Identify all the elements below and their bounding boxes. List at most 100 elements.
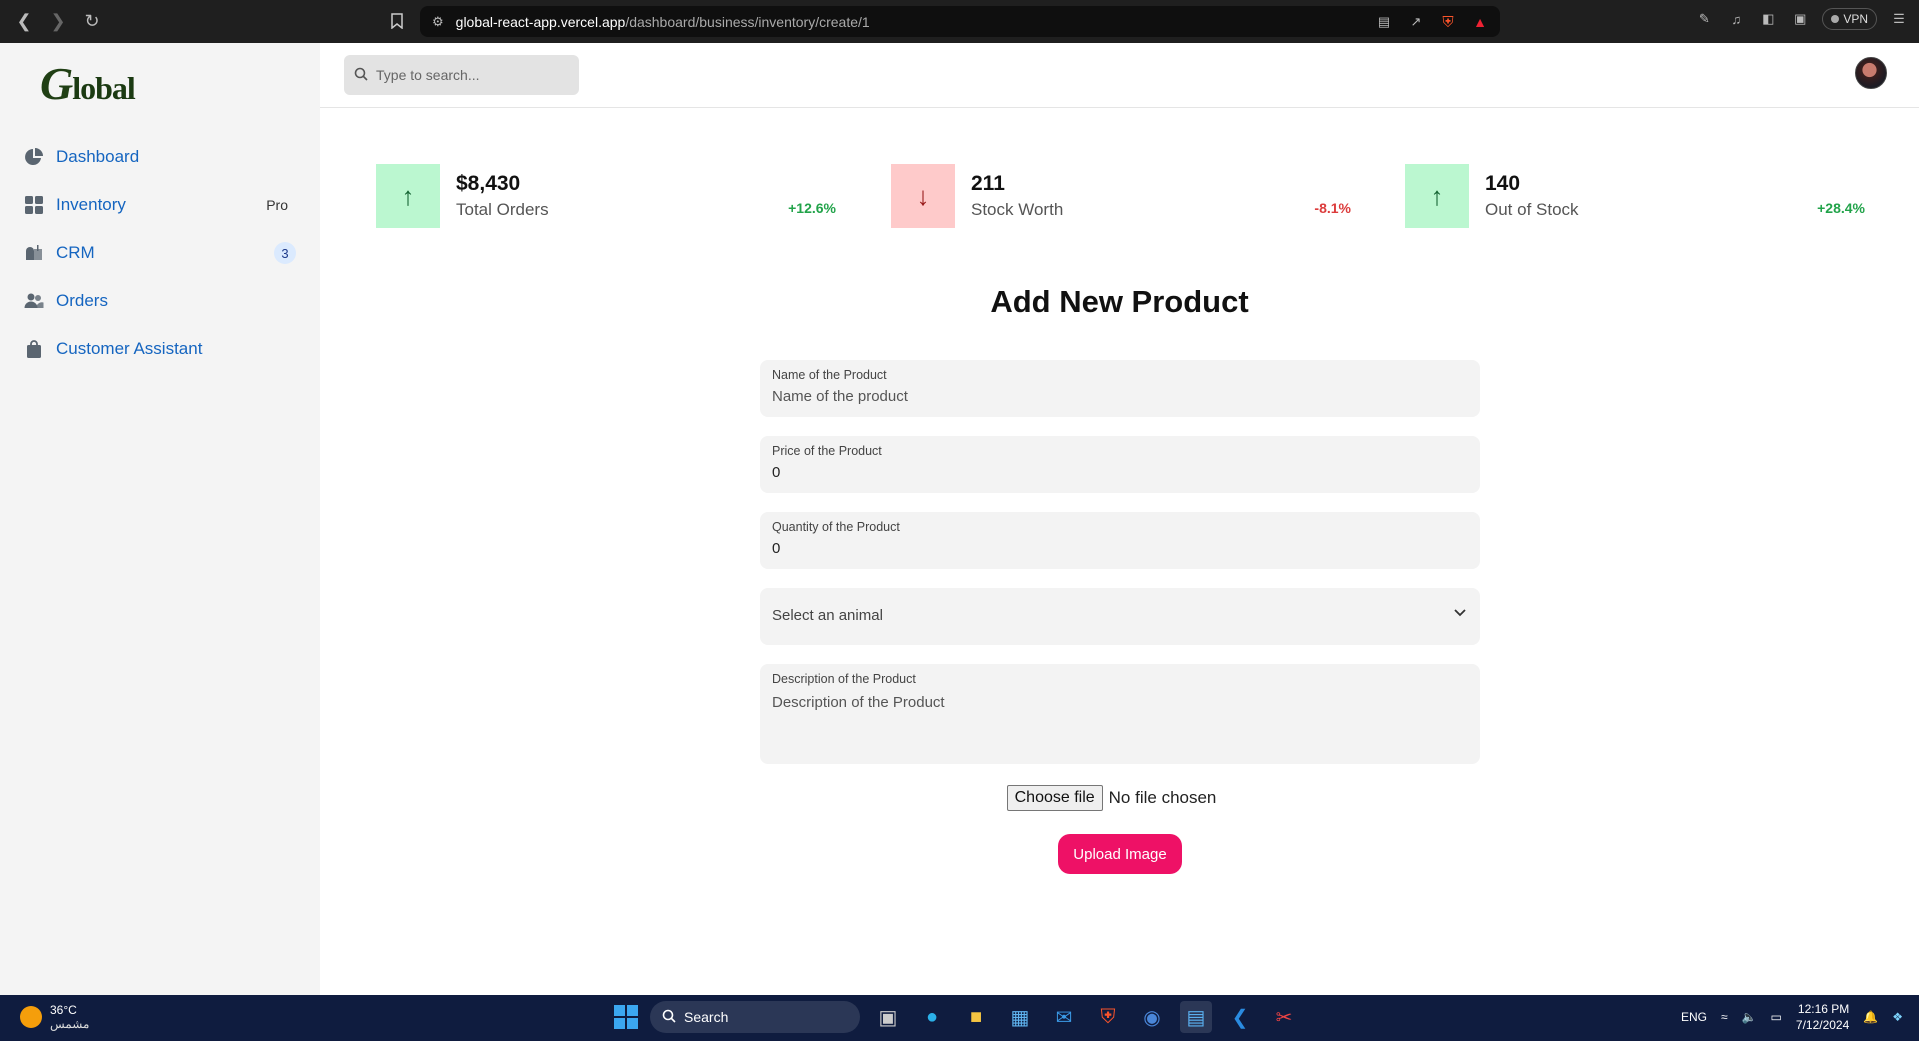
field-label: Name of the Product — [772, 368, 887, 382]
pro-tag: Pro — [266, 197, 288, 213]
product-description-field[interactable]: Description of the Product Description o… — [760, 664, 1480, 764]
url-text: global-react-app.vercel.app/dashboard/bu… — [455, 13, 870, 30]
animal-select[interactable]: Select an animal — [760, 588, 1480, 645]
field-label: Description of the Product — [772, 672, 916, 686]
stat-card-stock-worth: ↓ 211 Stock Worth -8.1% — [891, 164, 1351, 228]
product-name-input[interactable]: Name of the product — [772, 388, 908, 405]
stat-card-out-of-stock: ↑ 140 Out of Stock +28.4% — [1405, 164, 1865, 228]
search-icon — [662, 1009, 676, 1026]
wifi-icon[interactable]: ≈ — [1721, 1010, 1728, 1024]
reader-mode-icon[interactable]: ▤ — [1374, 12, 1394, 32]
product-quantity-field[interactable]: Quantity of the Product 0 — [760, 512, 1480, 569]
user-avatar[interactable] — [1855, 57, 1887, 89]
file-explorer-icon[interactable]: ■ — [960, 1001, 992, 1033]
back-icon[interactable]: ❮ — [10, 8, 38, 36]
arrow-down-icon: ↓ — [891, 164, 955, 228]
stat-label: Total Orders — [456, 200, 549, 219]
snipping-tool-icon[interactable]: ✂ — [1268, 1001, 1300, 1033]
sidebar-item-label: Orders — [56, 291, 108, 310]
stat-card-total-orders: ↑ $8,430 Total Orders +12.6% — [376, 164, 836, 228]
weather-widget[interactable]: 36°C مشمس — [20, 1003, 89, 1031]
sidebar-item-label: Dashboard — [56, 147, 140, 166]
qbittorrent-icon[interactable]: ◉ — [1136, 1001, 1168, 1033]
wallet-icon[interactable]: ▣ — [1790, 9, 1810, 29]
stat-label: Out of Stock — [1485, 200, 1579, 219]
sidebar-item-dashboard[interactable]: Dashboard — [0, 133, 320, 181]
stat-value: 211 — [971, 172, 1005, 195]
copilot-icon[interactable]: ❖ — [1892, 1010, 1903, 1024]
file-input: Choose file No file chosen — [312, 785, 1911, 811]
share-icon[interactable]: ↗ — [1406, 12, 1426, 32]
pie-chart-icon — [24, 147, 44, 167]
brave-rewards-icon[interactable]: ▲ — [1470, 12, 1490, 32]
sidebar-item-customer-assistant[interactable]: Customer Assistant — [0, 325, 320, 373]
sidebar-item-crm[interactable]: CRM 3 — [0, 229, 320, 277]
page-title: Add New Product — [990, 284, 1249, 319]
notepad-icon[interactable]: ▤ — [1180, 1001, 1212, 1033]
upload-image-button[interactable]: Upload Image — [1058, 834, 1182, 874]
product-description-textarea[interactable]: Description of the Product — [772, 694, 945, 711]
app-logo[interactable]: Global — [40, 57, 136, 110]
brave-shields-icon[interactable]: ⛨ — [1438, 12, 1458, 32]
address-bar[interactable]: ⚙ global-react-app.vercel.app/dashboard/… — [420, 6, 1500, 37]
sidebar: Global Dashboard Inventory Pro CRM 3 Ord… — [0, 43, 320, 995]
language-indicator[interactable]: ENG — [1681, 1010, 1707, 1024]
vpn-button[interactable]: VPN — [1822, 8, 1877, 30]
task-view-icon[interactable]: ▣ — [872, 1001, 904, 1033]
site-settings-icon[interactable]: ⚙ — [432, 14, 444, 30]
product-price-input[interactable]: 0 — [772, 464, 780, 481]
sidebar-toggle-icon[interactable]: ◧ — [1758, 9, 1778, 29]
taskbar-search[interactable]: Search — [650, 1001, 860, 1033]
choose-file-button[interactable]: Choose file — [1006, 785, 1103, 811]
search-input[interactable] — [376, 67, 566, 83]
sidebar-nav: Dashboard Inventory Pro CRM 3 Orders Cus… — [0, 133, 320, 373]
mailbox-icon — [24, 243, 44, 263]
notifications-icon[interactable]: 🔔 — [1863, 1010, 1878, 1024]
main-content: ↑ $8,430 Total Orders +12.6% ↓ 211 Stock… — [320, 108, 1919, 995]
menu-icon[interactable]: ☰ — [1889, 9, 1909, 29]
sidebar-item-label: CRM — [56, 243, 95, 262]
product-price-field[interactable]: Price of the Product 0 — [760, 436, 1480, 493]
volume-muted-icon[interactable]: 🔈 — [1742, 1010, 1757, 1024]
taskbar-search-label: Search — [684, 1009, 729, 1025]
grid-icon — [24, 195, 44, 215]
sidebar-item-inventory[interactable]: Inventory Pro — [0, 181, 320, 229]
file-status: No file chosen — [1108, 788, 1217, 807]
product-name-field[interactable]: Name of the Product Name of the product — [760, 360, 1480, 417]
weather-description: مشمس — [50, 1017, 90, 1031]
chevron-down-icon — [1454, 606, 1466, 620]
arrow-up-icon: ↑ — [1405, 164, 1469, 228]
select-value: Select an animal — [772, 607, 883, 624]
search-box[interactable] — [344, 55, 579, 95]
vscode-icon[interactable]: ❮ — [1224, 1001, 1256, 1033]
sidebar-item-orders[interactable]: Orders — [0, 277, 320, 325]
stat-change: +12.6% — [788, 200, 836, 216]
edge-icon[interactable]: ● — [916, 1001, 948, 1033]
field-label: Price of the Product — [772, 444, 882, 458]
field-label: Quantity of the Product — [772, 520, 900, 534]
search-icon — [354, 67, 368, 84]
sun-icon — [20, 1006, 42, 1028]
clock[interactable]: 12:16 PM 7/12/2024 — [1796, 1001, 1849, 1033]
stat-value: 140 — [1485, 172, 1521, 195]
battery-icon[interactable]: ▭ — [1771, 1010, 1782, 1024]
os-taskbar: 36°C مشمس Search ▣ ● ■ ▦ ✉ ⛨ ◉ ▤ ❮ ✂ ENG… — [0, 995, 1919, 1041]
top-bar — [320, 43, 1919, 108]
stat-label: Stock Worth — [971, 200, 1064, 219]
reload-icon[interactable]: ↻ — [78, 8, 106, 36]
brave-icon[interactable]: ⛨ — [1092, 1001, 1124, 1033]
stat-change: +28.4% — [1817, 200, 1865, 216]
mail-icon[interactable]: ✉ — [1048, 1001, 1080, 1033]
users-icon — [24, 291, 44, 311]
product-quantity-input[interactable]: 0 — [772, 540, 780, 557]
arrow-up-icon: ↑ — [376, 164, 440, 228]
forward-icon[interactable]: ❯ — [44, 8, 72, 36]
bookmark-icon[interactable] — [386, 8, 408, 34]
media-icon[interactable]: ♫ — [1726, 9, 1746, 29]
windows-start-icon[interactable] — [614, 1005, 638, 1029]
store-icon[interactable]: ▦ — [1004, 1001, 1036, 1033]
vpn-status-icon — [1831, 15, 1840, 23]
stat-value: $8,430 — [456, 172, 521, 195]
clock-time: 12:16 PM — [1797, 1002, 1850, 1016]
extensions-icon[interactable]: ✎ — [1694, 9, 1714, 29]
